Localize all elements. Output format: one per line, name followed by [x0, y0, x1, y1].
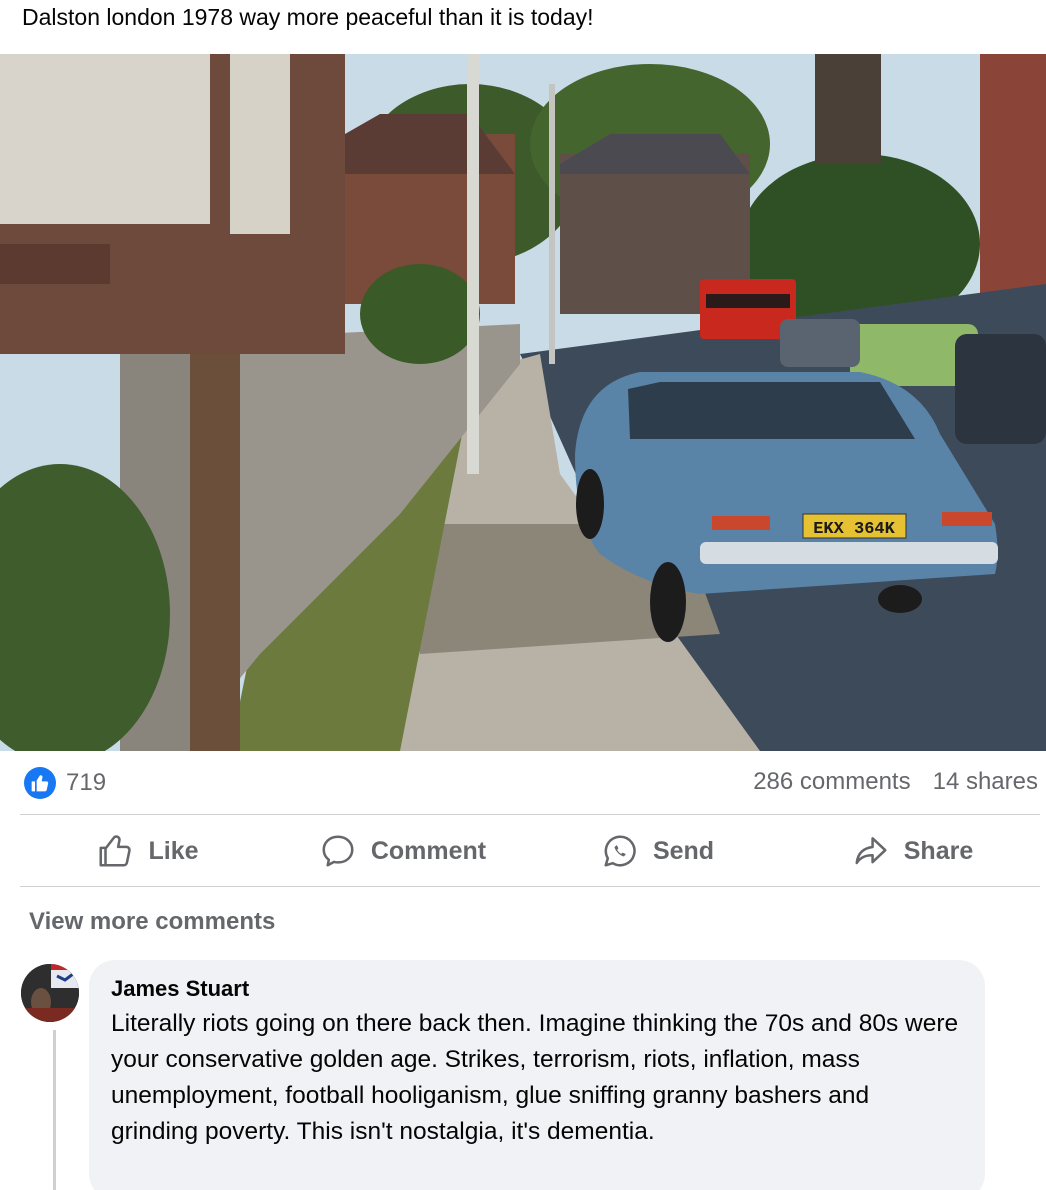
thread-line [53, 1030, 56, 1190]
share-button[interactable]: Share [785, 818, 1040, 884]
divider [20, 814, 1040, 815]
comment-bubble: James Stuart Literally riots going on th… [89, 960, 985, 1190]
send-button-label: Send [652, 836, 715, 865]
like-button-label: Like [148, 836, 199, 865]
comment-button-label: Comment [370, 836, 487, 865]
messenger-icon [604, 835, 636, 867]
post-caption: Dalston london 1978 way more peaceful th… [22, 4, 594, 30]
thumbs-up-outline-icon [99, 835, 132, 867]
avatar[interactable] [21, 964, 79, 1022]
share-button-label: Share [903, 836, 974, 865]
share-count-link[interactable]: 14 shares [933, 768, 1038, 796]
send-button[interactable]: Send [530, 818, 785, 884]
engagement-stats: 286 comments 14 shares [753, 768, 1038, 796]
divider [20, 886, 1040, 887]
comment-text: Literally riots going on there back then… [111, 1010, 959, 1145]
comment-count-link[interactable]: 286 comments [753, 768, 910, 796]
comment-button[interactable]: Comment [275, 818, 530, 884]
view-more-comments-link[interactable]: View more comments [29, 908, 275, 936]
post-photo[interactable]: EKX 364K [0, 54, 1046, 751]
comment-author[interactable]: James Stuart [111, 974, 963, 1004]
number-plate: EKX 364K [813, 520, 895, 539]
like-button[interactable]: Like [20, 818, 275, 884]
post-actions-bar: Like Comment Send Share [20, 818, 1040, 884]
like-count: 719 [66, 769, 107, 796]
reaction-summary[interactable]: 719 [24, 767, 106, 799]
thumbs-up-icon [24, 767, 56, 799]
speech-bubble-icon [322, 835, 354, 867]
share-arrow-icon [855, 837, 887, 865]
